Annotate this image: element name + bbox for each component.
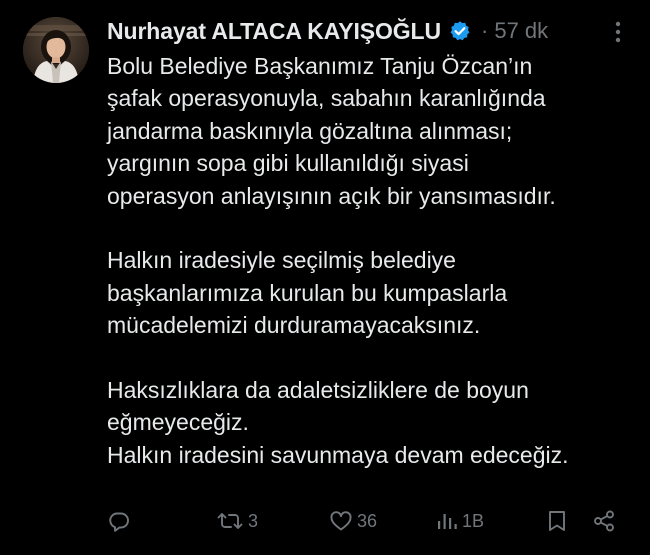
reply-button[interactable]: [107, 503, 131, 539]
share-button[interactable]: [592, 503, 616, 539]
tweet-text-line: Halkın iradesiyle seçilmiş belediye: [107, 247, 456, 274]
views-count: 1B: [462, 510, 485, 531]
share-icon: [592, 509, 616, 533]
more-options-icon[interactable]: [614, 20, 622, 44]
tweet-text-line: başkanlarımıza kurulan bu kumpaslarla: [107, 279, 508, 306]
tweet-text-line: yargının sopa gibi kullanıldığı siyasi: [107, 150, 469, 177]
tweet-text-line: şafak operasyonuyla, sabahın karanlığınd…: [107, 85, 546, 112]
retweet-count: 3: [248, 510, 259, 531]
avatar[interactable]: [23, 17, 89, 83]
tweet-text-line: mücadelemizi durduramayacaksınız.: [107, 312, 481, 339]
tweet-text-line: eğmeyeceğiz.: [107, 409, 249, 436]
views-button[interactable]: 1B: [436, 503, 484, 539]
like-count: 36: [357, 510, 378, 531]
tweet-text-line: operasyon anlayışının açık bir yansıması…: [107, 182, 556, 209]
reply-icon: [107, 509, 131, 533]
avatar-image: [23, 17, 89, 83]
bookmark-icon: [546, 509, 568, 533]
meta-separator: ·: [481, 18, 489, 43]
tweet-text-line: Haksızlıklara da adaletsizliklere de boy…: [107, 377, 529, 404]
retweet-icon: [216, 509, 244, 533]
author-name[interactable]: Nurhayat ALTACA KAYIŞOĞLU: [107, 18, 441, 45]
heart-icon: [329, 509, 353, 533]
tweet: Nurhayat ALTACA KAYIŞOĞLU · 57 dk Bolu B…: [0, 0, 650, 555]
verified-badge-icon: [449, 20, 471, 42]
tweet-text-line: Bolu Belediye Başkanımız Tanju Özcan’ın: [107, 53, 533, 79]
retweet-button[interactable]: 3: [216, 503, 258, 539]
tweet-header: Nurhayat ALTACA KAYIŞOĞLU · 57 dk: [107, 14, 548, 48]
tweet-timestamp[interactable]: 57 dk: [494, 18, 548, 44]
tweet-actions: 3 36 1B: [0, 503, 650, 539]
tweet-text-line: jandarma baskınıyla gözaltına alınması;: [107, 117, 513, 144]
views-icon: [436, 509, 458, 533]
tweet-text-line: Halkın iradesini savunmaya devam edeceği…: [107, 441, 569, 468]
tweet-text: Bolu Belediye Başkanımız Tanju Özcan’ın …: [107, 50, 637, 471]
bookmark-button[interactable]: [546, 503, 568, 539]
like-button[interactable]: 36: [329, 503, 377, 539]
